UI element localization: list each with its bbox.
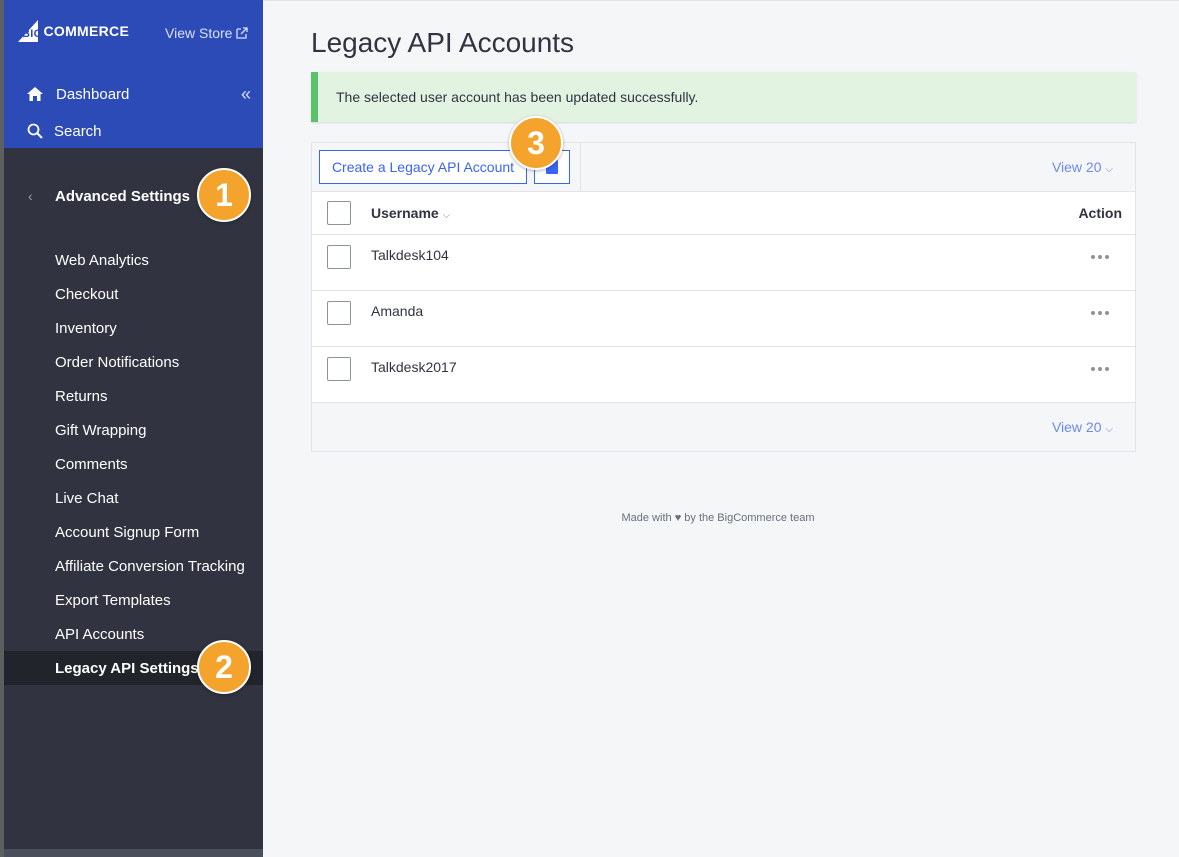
annotation-badge-3: 3	[509, 116, 563, 170]
table-footer: View 20 ⌵	[312, 403, 1135, 451]
sidebar-item-inventory[interactable]: Inventory	[4, 311, 263, 345]
collapse-sidebar-icon[interactable]: «	[241, 84, 251, 105]
view-count-select-bottom[interactable]: View 20 ⌵	[1052, 419, 1113, 435]
sidebar-item-affiliate-conversion-tracking[interactable]: Affiliate Conversion Tracking	[4, 549, 263, 583]
create-legacy-api-account-button[interactable]: Create a Legacy API Account	[319, 150, 527, 184]
sidebar-item-export-templates[interactable]: Export Templates	[4, 583, 263, 617]
sidebar-item-returns[interactable]: Returns	[4, 379, 263, 413]
row-checkbox[interactable]	[327, 245, 351, 269]
sidebar-item-web-analytics[interactable]: Web Analytics	[4, 243, 263, 277]
table-header: Username ⌵ Action	[312, 192, 1135, 235]
sidebar: BIG COMMERCE View Store Dashboard « Sear…	[0, 0, 263, 857]
table-row: Talkdesk2017	[312, 347, 1135, 403]
row-checkbox[interactable]	[327, 357, 351, 381]
table-row: Amanda	[312, 291, 1135, 347]
page-title: Legacy API Accounts	[311, 27, 575, 58]
view-count-select-top[interactable]: View 20 ⌵	[1052, 159, 1113, 175]
home-icon	[26, 85, 44, 103]
more-actions-icon[interactable]	[1091, 255, 1109, 259]
more-actions-icon[interactable]	[1091, 311, 1109, 315]
view-count-label: View 20	[1051, 159, 1102, 175]
column-username-label: Username	[371, 205, 439, 221]
footer-suffix: by the BigCommerce team	[684, 512, 815, 524]
nav-search[interactable]: Search	[26, 120, 102, 142]
sidebar-header: BIG COMMERCE View Store Dashboard « Sear…	[4, 0, 263, 148]
sidebar-edge	[0, 0, 4, 857]
logo-text: COMMERCE	[43, 23, 130, 39]
settings-menu: Web Analytics Checkout Inventory Order N…	[4, 243, 263, 685]
column-username[interactable]: Username ⌵	[371, 205, 450, 221]
alert-message: The selected user account has been updat…	[336, 89, 699, 105]
more-actions-icon[interactable]	[1091, 367, 1109, 371]
nav-search-label: Search	[54, 122, 102, 140]
row-checkbox[interactable]	[327, 301, 351, 325]
bigcommerce-logo[interactable]: BIG COMMERCE	[18, 16, 129, 46]
success-alert: The selected user account has been updat…	[311, 72, 1136, 122]
accounts-table: Create a Legacy API Account View 20 ⌵ Us…	[311, 142, 1136, 452]
row-username: Talkdesk104	[371, 247, 449, 263]
table-toolbar: Create a Legacy API Account View 20 ⌵	[312, 143, 1135, 192]
chevron-left-icon[interactable]: ‹	[28, 188, 55, 204]
table-row: Talkdesk104	[312, 235, 1135, 291]
toolbar-divider	[580, 143, 581, 191]
annotation-badge-2: 2	[197, 640, 251, 694]
external-link-icon	[236, 27, 249, 39]
section-title: Advanced Settings	[55, 187, 191, 205]
view-count-label: View 20	[1051, 419, 1102, 435]
nav-dashboard[interactable]: Dashboard «	[26, 82, 251, 106]
sort-chevron-icon: ⌵	[442, 210, 451, 221]
main-content: Legacy API Accounts The selected user ac…	[263, 0, 1179, 857]
page-footer: Made with ♥ by the BigCommerce team	[260, 512, 1176, 524]
chevron-down-icon: ⌵	[1105, 424, 1113, 435]
footer-prefix: Made with	[621, 512, 672, 524]
annotation-badge-1: 1	[197, 168, 251, 222]
search-icon	[26, 122, 44, 140]
row-username: Amanda	[371, 303, 424, 319]
sidebar-bottom-bar	[4, 849, 263, 857]
sidebar-item-checkout[interactable]: Checkout	[4, 277, 263, 311]
sidebar-item-live-chat[interactable]: Live Chat	[4, 481, 263, 515]
logo-prefix: BIG	[22, 28, 43, 40]
select-all-checkbox[interactable]	[327, 201, 351, 225]
view-store-link[interactable]: View Store	[165, 25, 249, 41]
column-action: Action	[1078, 205, 1122, 221]
sidebar-item-order-notifications[interactable]: Order Notifications	[4, 345, 263, 379]
view-store-label: View Store	[165, 25, 233, 41]
row-username: Talkdesk2017	[371, 359, 457, 375]
heart-icon: ♥	[674, 512, 682, 524]
nav-dashboard-label: Dashboard	[56, 85, 130, 103]
sidebar-item-account-signup-form[interactable]: Account Signup Form	[4, 515, 263, 549]
sidebar-item-comments[interactable]: Comments	[4, 447, 263, 481]
advanced-settings-header[interactable]: ‹ Advanced Settings	[28, 184, 190, 208]
chevron-down-icon: ⌵	[1105, 164, 1113, 175]
sidebar-item-gift-wrapping[interactable]: Gift Wrapping	[4, 413, 263, 447]
